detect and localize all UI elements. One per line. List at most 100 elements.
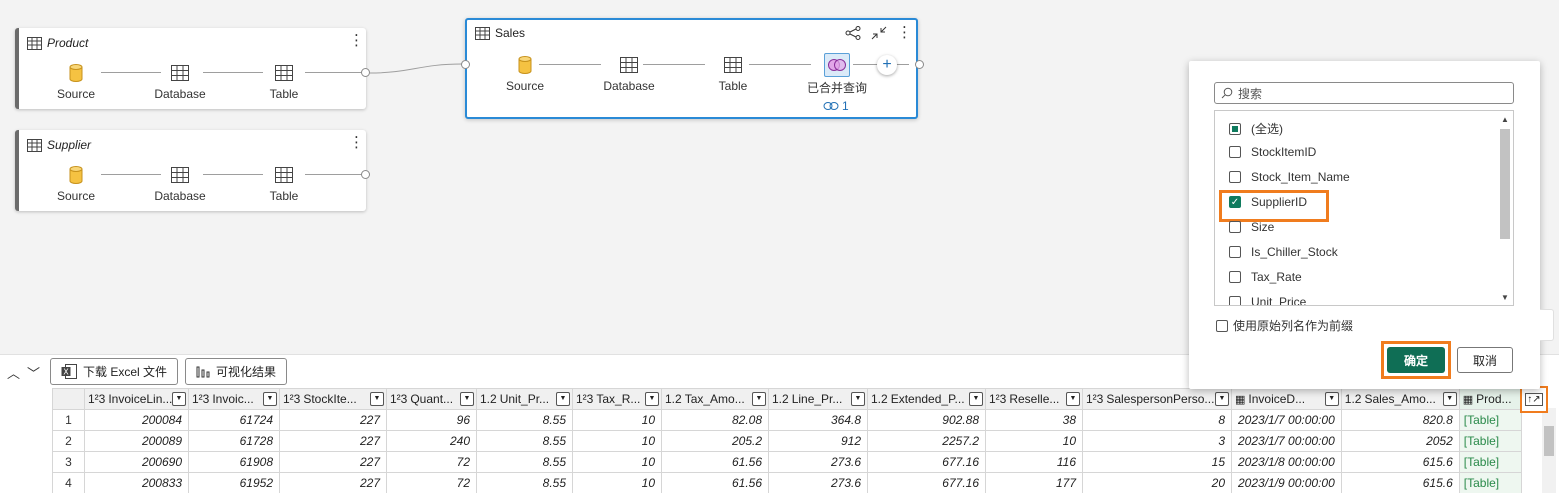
column-header[interactable]: 1²3 Tax_R... ▼ (572, 388, 662, 410)
step-source[interactable]: Source (485, 54, 565, 93)
filter-dropdown-icon[interactable]: ▼ (752, 392, 766, 406)
query-card-supplier[interactable]: Supplier ⋮ Source Database Table (15, 130, 370, 211)
chevron-down-icon[interactable]: ﹀ (27, 363, 40, 382)
column-header[interactable]: 1.2 Extended_P... ▼ (867, 388, 986, 410)
column-header[interactable]: 1.2 Unit_Pr... ▼ (476, 388, 573, 410)
column-header[interactable]: ▦ Prod... (1458, 388, 1522, 410)
column-header-label: Unit_Pr... (499, 392, 550, 407)
filter-dropdown-icon[interactable]: ▼ (1066, 392, 1080, 406)
step-table[interactable]: Table (244, 62, 324, 101)
table-link-cell[interactable]: [Table] (1458, 451, 1522, 473)
column-header[interactable]: ▦ InvoiceD... ▼ (1231, 388, 1342, 410)
filter-dropdown-icon[interactable]: ▼ (263, 392, 277, 406)
column-header[interactable]: 1²3 InvoiceLin... ▼ (84, 388, 189, 410)
filter-dropdown-icon[interactable]: ▼ (556, 392, 570, 406)
output-port[interactable] (361, 170, 370, 179)
use-prefix-checkbox[interactable] (1216, 319, 1228, 332)
column-options-list[interactable]: ▲ ▼ (全选) StockItemID Stock_Item_Name ✓ Suppl… (1214, 110, 1514, 306)
column-header[interactable]: 1.2 Sales_Amo... ▼ (1340, 388, 1460, 410)
output-port[interactable] (915, 60, 924, 69)
step-database[interactable]: Database (140, 62, 220, 101)
column-option[interactable]: (全选) (1229, 120, 1283, 137)
column-option[interactable]: Size (1229, 220, 1274, 234)
table-link-cell[interactable]: [Table] (1458, 409, 1522, 431)
table-cell: 240 (386, 430, 477, 452)
column-header[interactable]: 1²3 Reselle... ▼ (985, 388, 1083, 410)
step-merged-query[interactable]: 已合并查询 (797, 52, 877, 96)
option-checkbox[interactable] (1229, 246, 1241, 258)
column-header[interactable]: 1²3 Quant... ▼ (386, 388, 477, 410)
option-checkbox[interactable] (1229, 122, 1241, 135)
filter-dropdown-icon[interactable]: ▼ (851, 392, 865, 406)
share-icon[interactable] (845, 26, 861, 40)
column-option[interactable]: StockItemID (1229, 145, 1316, 159)
option-checkbox[interactable] (1229, 146, 1241, 158)
table-row[interactable]: 2 200089 61728 227 240 8.55 10 205.2 912 2257.2 10… (52, 430, 1522, 452)
use-prefix-option[interactable]: 使用原始列名作为前缀 (1216, 317, 1353, 334)
step-label: Table (269, 189, 299, 203)
list-scrollbar[interactable]: ▲ ▼ (1499, 113, 1511, 303)
type-indicator: 1²3 (989, 391, 1007, 406)
more-vertical-icon[interactable]: ⋮ (349, 135, 364, 150)
option-label: Tax_Rate (1251, 270, 1302, 284)
filter-dropdown-icon[interactable]: ▼ (1442, 392, 1457, 406)
vertical-scrollbar[interactable] (1542, 408, 1556, 493)
ok-highlight: 确定 (1381, 341, 1451, 379)
step-table[interactable]: Table (693, 54, 773, 93)
table-cell: 8.55 (476, 472, 573, 493)
option-checkbox[interactable] (1229, 171, 1241, 183)
table-link-cell[interactable]: [Table] (1458, 472, 1522, 493)
column-header[interactable]: 1.2 Tax_Amo... ▼ (661, 388, 769, 410)
filter-dropdown-icon[interactable]: ▼ (172, 392, 186, 406)
output-port[interactable] (361, 68, 370, 77)
step-source[interactable]: Source (36, 62, 116, 101)
column-header[interactable]: 1²3 Invoic... ▼ (188, 388, 280, 410)
table-cell: 2023/1/7 00:00:00 (1231, 430, 1342, 452)
table-row[interactable]: 1 200084 61724 227 96 8.55 10 82.08 364.8 902.88 3… (52, 409, 1522, 431)
column-option[interactable]: ✓ SupplierID (1229, 195, 1307, 209)
column-option[interactable]: Is_Chiller_Stock (1229, 245, 1338, 259)
option-checkbox[interactable] (1229, 271, 1241, 283)
filter-dropdown-icon[interactable]: ▼ (370, 392, 384, 406)
table-cell: 10 (572, 409, 662, 431)
filter-dropdown-icon[interactable]: ▼ (645, 392, 659, 406)
search-input[interactable]: 搜索 (1214, 82, 1514, 104)
column-header[interactable]: 1²3 SalespersonPerso... ▼ (1082, 388, 1232, 410)
table-cell: 8.55 (476, 430, 573, 452)
filter-dropdown-icon[interactable]: ▼ (969, 392, 983, 406)
option-checkbox[interactable]: ✓ (1229, 196, 1241, 208)
step-database[interactable]: Database (140, 164, 220, 203)
step-label: Table (718, 79, 748, 93)
column-option[interactable]: Unit_Price (1229, 295, 1306, 305)
column-header[interactable]: 1.2 Line_Pr... ▼ (768, 388, 868, 410)
query-card-sales[interactable]: Sales ⋮ Source Database Table 已合并查询 1 + (461, 18, 924, 119)
step-database[interactable]: Database (589, 54, 669, 93)
table-row[interactable]: 3 200690 61908 227 72 8.55 10 61.56 273.6 677.16 1… (52, 451, 1522, 473)
column-option[interactable]: Tax_Rate (1229, 270, 1302, 284)
chevron-up-icon[interactable]: ︿ (7, 363, 20, 382)
table-row[interactable]: 4 200833 61952 227 72 8.55 10 61.56 273.6 677.16 1… (52, 472, 1522, 493)
step-source[interactable]: Source (36, 164, 116, 203)
cancel-button[interactable]: 取消 (1457, 347, 1513, 373)
step-table[interactable]: Table (244, 164, 324, 203)
filter-dropdown-icon[interactable]: ▼ (1215, 392, 1229, 406)
expand-column-button[interactable]: ↑↗ (1520, 386, 1548, 413)
download-excel-button[interactable]: X 下载 Excel 文件 (50, 358, 179, 385)
visualize-results-button[interactable]: 可视化结果 (185, 358, 288, 385)
add-step-button[interactable]: + (877, 55, 897, 75)
row-number: 1 (52, 409, 85, 431)
option-checkbox[interactable] (1229, 296, 1241, 305)
filter-dropdown-icon[interactable]: ▼ (1324, 392, 1339, 406)
column-header[interactable]: 1²3 StockIte... ▼ (279, 388, 387, 410)
table-link-cell[interactable]: [Table] (1458, 430, 1522, 452)
more-vertical-icon[interactable]: ⋮ (897, 25, 912, 40)
more-vertical-icon[interactable]: ⋮ (349, 33, 364, 48)
column-option[interactable]: Stock_Item_Name (1229, 170, 1350, 184)
query-card-product[interactable]: Product ⋮ Source Database Table (15, 28, 370, 109)
option-checkbox[interactable] (1229, 221, 1241, 233)
input-port[interactable] (461, 60, 470, 69)
collapse-icon[interactable] (871, 26, 887, 40)
ok-button[interactable]: 确定 (1387, 347, 1445, 373)
link-count[interactable]: 1 (823, 99, 849, 113)
filter-dropdown-icon[interactable]: ▼ (460, 392, 474, 406)
